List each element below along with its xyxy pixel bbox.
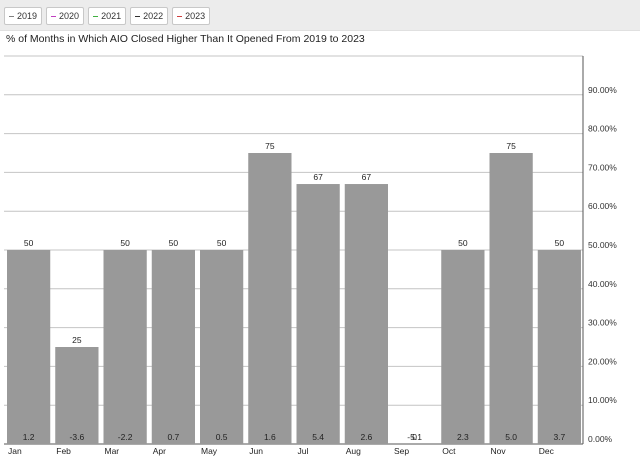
x-tick-label: Jun <box>249 446 263 456</box>
bar-value-label: 75 <box>265 141 275 151</box>
y-tick-label: 80.00% <box>588 124 617 134</box>
bar-bottom-label: 1.6 <box>264 432 276 442</box>
bar <box>55 347 99 444</box>
bar-bottom-label: 5.0 <box>505 432 517 442</box>
bar <box>103 250 147 444</box>
x-tick-label: Dec <box>539 446 555 456</box>
bar-bottom-label: 0.7 <box>167 432 179 442</box>
bar <box>441 250 485 444</box>
bar-value-label: 50 <box>217 238 227 248</box>
bar-value-label: 50 <box>24 238 34 248</box>
bar <box>537 250 581 444</box>
y-tick-label: 60.00% <box>588 201 617 211</box>
y-tick-label: 70.00% <box>588 162 617 172</box>
bar <box>7 250 51 444</box>
bar-bottom-label: -5.1 <box>407 432 422 442</box>
bar-value-label: 67 <box>362 172 372 182</box>
x-tick-label: Jan <box>8 446 22 456</box>
bar-bottom-label: 3.7 <box>553 432 565 442</box>
y-tick-label: 90.00% <box>588 85 617 95</box>
y-tick-label: 50.00% <box>588 240 617 250</box>
x-tick-label: Mar <box>105 446 120 456</box>
bar-bottom-label: -2.2 <box>118 432 133 442</box>
bar-bottom-label: 0.5 <box>216 432 228 442</box>
bar <box>296 184 340 445</box>
bar-bottom-label: 1.2 <box>23 432 35 442</box>
bar-value-label: 50 <box>120 238 130 248</box>
bar-value-label: 50 <box>169 238 179 248</box>
x-tick-label: Nov <box>491 446 507 456</box>
bar <box>489 153 533 444</box>
x-tick-label: Apr <box>153 446 166 456</box>
bar-chart: 0.00% 10.00% 20.00% 30.00% 40.00% 50.00% 60.00… <box>4 55 617 456</box>
bar-value-label: 50 <box>555 238 565 248</box>
bar-value-label: 75 <box>506 141 516 151</box>
bar-value-label: 25 <box>72 335 82 345</box>
bar-bottom-label: 2.3 <box>457 432 469 442</box>
y-tick-label: 20.00% <box>588 356 617 366</box>
bar-bottom-label: 5.4 <box>312 432 324 442</box>
x-tick-label: May <box>201 446 218 456</box>
y-tick-label: 10.00% <box>588 395 617 405</box>
y-tick-label: 30.00% <box>588 318 617 328</box>
y-tick-label: 0.00% <box>588 434 613 444</box>
x-tick-label: Feb <box>56 446 71 456</box>
y-tick-label: 40.00% <box>588 279 617 289</box>
bar-value-label: 50 <box>458 238 468 248</box>
x-tick-label: Jul <box>298 446 309 456</box>
x-tick-label: Sep <box>394 446 409 456</box>
bar <box>248 153 292 444</box>
bar-bottom-label: 2.6 <box>360 432 372 442</box>
bar <box>344 184 388 445</box>
x-tick-label: Oct <box>442 446 456 456</box>
bar-value-label: 67 <box>313 172 323 182</box>
bar-bottom-label: -3.6 <box>70 432 85 442</box>
bar <box>200 250 244 444</box>
bar <box>151 250 195 444</box>
x-tick-label: Aug <box>346 446 361 456</box>
